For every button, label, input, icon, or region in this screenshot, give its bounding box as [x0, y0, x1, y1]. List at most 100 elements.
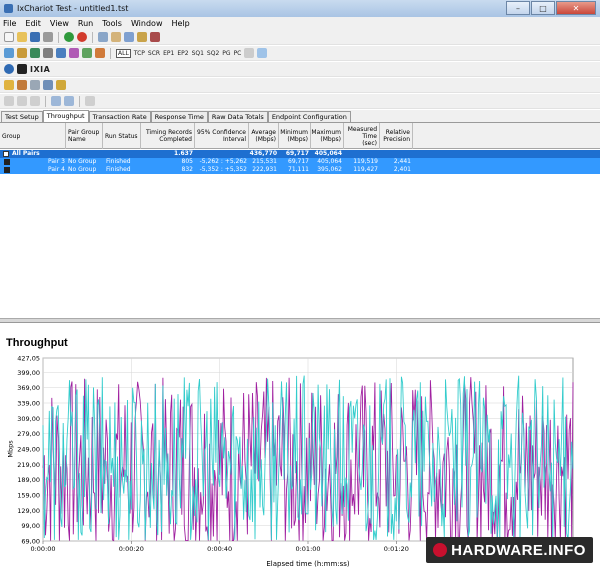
save-icon[interactable]: [30, 32, 40, 42]
ixia-logo-icon: [17, 64, 27, 74]
tab-raw-data-totals[interactable]: Raw Data Totals: [207, 111, 268, 122]
wizard-icon[interactable]: [4, 80, 14, 90]
cell-average: 215,531: [252, 158, 277, 165]
open-folder-icon[interactable]: [17, 32, 27, 42]
pair-icon: [4, 167, 10, 173]
add-pair-icon[interactable]: [4, 48, 14, 58]
view-icon[interactable]: [30, 96, 40, 106]
close-button[interactable]: ✕: [556, 1, 596, 15]
window-controls: – □ ✕: [506, 1, 596, 15]
col-confidence-interval[interactable]: 95% Confidence Interval: [195, 123, 249, 149]
cell-ci: -5,352 : +5,352: [199, 166, 247, 173]
col-run-status[interactable]: Run Status: [103, 123, 141, 149]
link-icon[interactable]: [64, 96, 74, 106]
window-title: IxChariot Test - untitled1.tst: [17, 4, 129, 13]
filter-icon[interactable]: [95, 48, 105, 58]
group-icon[interactable]: [56, 48, 66, 58]
protocol-sq2-button[interactable]: SQ2: [207, 50, 219, 57]
table-header: Group Pair Group Name Run Status Timing …: [0, 123, 600, 149]
script-icon[interactable]: [69, 48, 79, 58]
cut-icon[interactable]: [111, 32, 121, 42]
menu-help[interactable]: Help: [171, 19, 189, 28]
menu-run[interactable]: Run: [78, 19, 93, 28]
col-timing-records[interactable]: Timing Records Completed: [141, 123, 195, 149]
col-pair-group-name[interactable]: Pair Group Name: [66, 123, 103, 149]
export-icon[interactable]: [257, 48, 268, 58]
paste-icon[interactable]: [137, 32, 147, 42]
tab-transaction-rate[interactable]: Transaction Rate: [88, 111, 151, 122]
protocol-scr-button[interactable]: SCR: [148, 50, 160, 57]
stop-icon[interactable]: [77, 32, 87, 42]
app-icon: [4, 4, 13, 13]
cell-measured-time: 119,427: [353, 166, 378, 173]
tab-endpoint-configuration[interactable]: Endpoint Configuration: [267, 111, 351, 122]
topology-icon[interactable]: [43, 48, 53, 58]
maximize-button[interactable]: □: [531, 1, 555, 15]
collapse-icon[interactable]: [3, 151, 9, 157]
copy-icon[interactable]: [124, 32, 134, 42]
col-average[interactable]: Average (Mbps): [249, 123, 279, 149]
protocol-all-button[interactable]: ALL: [116, 48, 131, 58]
cell-timing: 805: [181, 158, 193, 165]
add-multicast-icon[interactable]: [17, 48, 27, 58]
pair-icon: [4, 159, 10, 165]
tab-throughput[interactable]: Throughput: [42, 110, 89, 122]
menu-edit[interactable]: Edit: [25, 19, 41, 28]
properties-icon[interactable]: [30, 80, 40, 90]
info-icon[interactable]: [4, 64, 14, 74]
toolbar-tools: [0, 78, 600, 93]
col-relative-precision[interactable]: Relative Precision: [380, 123, 413, 149]
highlight-icon[interactable]: [56, 80, 66, 90]
view-icon[interactable]: [4, 96, 14, 106]
toolbar-main: [0, 30, 600, 45]
chart-title: Throughput: [6, 337, 68, 349]
protocol-sq1-button[interactable]: SQ1: [192, 50, 204, 57]
view-icon[interactable]: [17, 96, 27, 106]
tab-test-setup[interactable]: Test Setup: [1, 111, 43, 122]
cell-precision: 2,401: [393, 166, 411, 173]
menu-bar: File Edit View Run Tools Window Help: [0, 17, 600, 30]
menu-view[interactable]: View: [50, 19, 69, 28]
col-group[interactable]: Group: [0, 123, 66, 149]
protocol-ep2-button[interactable]: EP2: [177, 50, 188, 57]
print-icon[interactable]: [98, 32, 108, 42]
options-icon[interactable]: [82, 48, 92, 58]
link-icon[interactable]: [51, 96, 61, 106]
title-bar: IxChariot Test - untitled1.tst – □ ✕: [0, 0, 600, 17]
tab-response-time[interactable]: Response Time: [150, 111, 208, 122]
col-measured-time[interactable]: Measured Time (sec): [344, 123, 380, 149]
cell-status: Finished: [106, 166, 131, 173]
minimize-button[interactable]: –: [506, 1, 530, 15]
table-row[interactable]: Pair 4 No Group Finished 832 -5,352 : +5…: [0, 166, 600, 174]
grid-icon[interactable]: [85, 96, 95, 106]
cell-minimum: 71,111: [288, 166, 309, 173]
cell-pair-group: No Group: [68, 158, 97, 165]
table-row[interactable]: Pair 3 No Group Finished 805 -5,262 : +5…: [0, 158, 600, 166]
refresh-icon[interactable]: [244, 48, 255, 58]
network-icon[interactable]: [43, 80, 53, 90]
menu-file[interactable]: File: [3, 19, 16, 28]
col-maximum[interactable]: Maximum (Mbps): [311, 123, 344, 149]
tab-bar: Test Setup Throughput Transaction Rate R…: [0, 110, 600, 122]
protocol-ep1-button[interactable]: EP1: [163, 50, 174, 57]
menu-tools[interactable]: Tools: [102, 19, 122, 28]
watermark-text: HARDWARE.INFO: [451, 541, 586, 559]
cell-timing: 1.637: [174, 150, 193, 157]
delete-icon[interactable]: [150, 32, 160, 42]
cell-group: All Pairs: [12, 150, 40, 157]
new-file-icon[interactable]: [4, 32, 14, 42]
protocol-pc-button[interactable]: PC: [234, 50, 242, 57]
hand-icon[interactable]: [17, 80, 27, 90]
edit-pair-icon[interactable]: [30, 48, 40, 58]
table-row-all-pairs[interactable]: All Pairs 1.637 436,770 69,717 405,064: [0, 150, 600, 158]
run-icon[interactable]: [64, 32, 74, 42]
menu-window[interactable]: Window: [131, 19, 163, 28]
y-axis-label: Mbps: [6, 440, 15, 458]
save-as-icon[interactable]: [43, 32, 53, 42]
toolbar-separator: [58, 31, 59, 43]
cell-average: 222,931: [252, 166, 277, 173]
col-minimum[interactable]: Minimum (Mbps): [279, 123, 311, 149]
protocol-tcp-button[interactable]: TCP: [134, 50, 145, 57]
protocol-pg-button[interactable]: PG: [222, 50, 230, 57]
results-table: Group Pair Group Name Run Status Timing …: [0, 122, 600, 318]
